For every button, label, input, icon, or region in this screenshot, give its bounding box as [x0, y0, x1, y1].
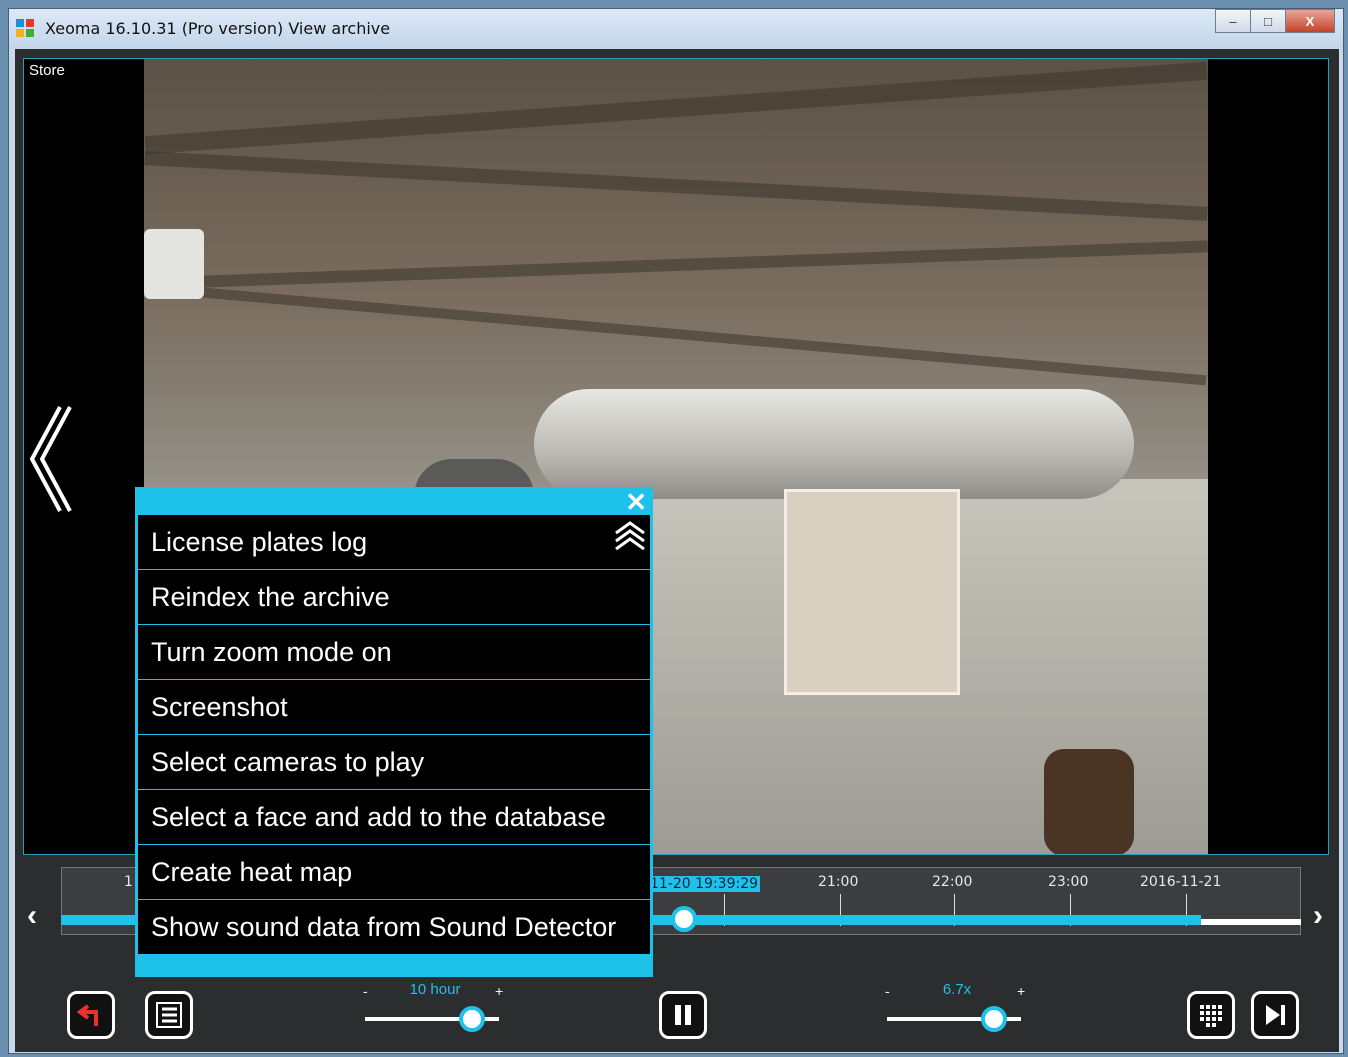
return-button[interactable] [67, 991, 115, 1039]
menu-list: License plates log Reindex the archive T… [138, 515, 650, 955]
archive-viewer: Store ‹ 1 11-20 19:39:29 21:00 22:00 23:… [15, 49, 1339, 1052]
tick-label-2200: 22:00 [932, 874, 973, 890]
speed-knob[interactable] [981, 1006, 1008, 1032]
context-menu: ✕ License plates log Reindex the archive… [135, 487, 653, 977]
go-to-live-button[interactable] [1251, 991, 1299, 1039]
tick-label-date: 2016-11-21 [1140, 874, 1222, 890]
skip-to-end-icon [1266, 1005, 1285, 1025]
time-scale-slider[interactable]: - 10 hour + [355, 981, 515, 1041]
tick-label-partial: 1 [124, 874, 133, 890]
menu-item-zoom-mode[interactable]: Turn zoom mode on [138, 625, 650, 680]
bottom-toolbar: - 10 hour + - 6.7x + [15, 977, 1339, 1052]
close-icon[interactable]: ✕ [625, 489, 647, 515]
title-bar: Xeoma 16.10.31 (Pro version) View archiv… [9, 9, 1343, 49]
time-scale-value: 10 hour [409, 981, 461, 998]
return-arrow-icon [76, 1004, 98, 1026]
menu-button[interactable] [145, 991, 193, 1039]
menu-item-license-plates-log[interactable]: License plates log [138, 515, 650, 570]
speed-plus[interactable]: + [1017, 983, 1025, 999]
timeline-back-icon[interactable]: ‹ [27, 899, 37, 933]
time-scale-plus[interactable]: + [495, 983, 503, 999]
close-window-button[interactable]: X [1285, 9, 1335, 33]
timeline-forward-icon[interactable]: › [1313, 899, 1323, 933]
tick-label-2300: 23:00 [1048, 874, 1089, 890]
camera-name-label: Store [29, 62, 65, 79]
window-title: Xeoma 16.10.31 (Pro version) View archiv… [45, 19, 391, 38]
menu-item-reindex-archive[interactable]: Reindex the archive [138, 570, 650, 625]
speed-value: 6.7x [942, 981, 972, 998]
menu-item-label: License plates log [151, 527, 368, 557]
current-time-marker: 11-20 19:39:29 [648, 876, 761, 892]
app-window: Xeoma 16.10.31 (Pro version) View archiv… [8, 8, 1344, 1054]
menu-item-select-cameras[interactable]: Select cameras to play [138, 735, 650, 790]
pause-icon [675, 1005, 691, 1025]
menu-item-screenshot[interactable]: Screenshot [138, 680, 650, 735]
grid-icon [1200, 1005, 1222, 1027]
time-scale-knob[interactable] [459, 1006, 486, 1032]
minimize-button[interactable]: ‒ [1215, 9, 1251, 33]
pause-button[interactable] [659, 991, 707, 1039]
maximize-button[interactable]: □ [1250, 9, 1286, 33]
speed-slider[interactable]: - 6.7x + [877, 981, 1037, 1041]
menu-item-heat-map[interactable]: Create heat map [138, 845, 650, 900]
xeoma-logo-icon [16, 19, 34, 37]
layout-button[interactable] [1187, 991, 1235, 1039]
previous-camera-icon[interactable] [24, 399, 94, 519]
timeline-playhead[interactable] [671, 906, 697, 932]
tick-label-2100: 21:00 [818, 874, 859, 890]
scroll-up-icon[interactable] [614, 519, 646, 551]
menu-item-select-face[interactable]: Select a face and add to the database [138, 790, 650, 845]
menu-item-sound-data[interactable]: Show sound data from Sound Detector [138, 900, 650, 955]
list-icon [156, 1002, 182, 1028]
